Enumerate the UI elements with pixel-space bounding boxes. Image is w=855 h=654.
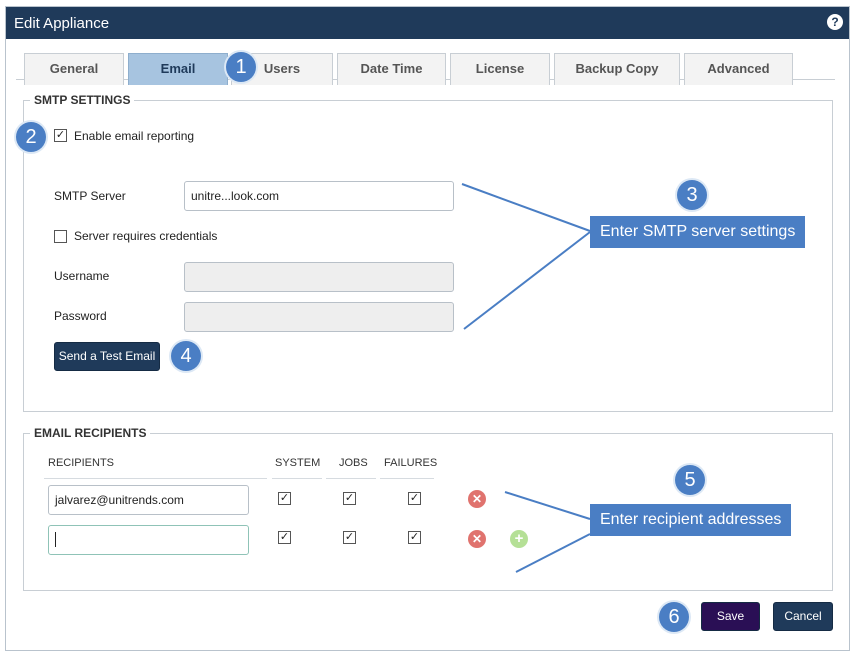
recipients-callout: Enter recipient addresses bbox=[590, 504, 792, 536]
recipient-email-input[interactable]: jalvarez@unitrends.com bbox=[48, 485, 249, 515]
smtp-server-label: SMTP Server bbox=[54, 189, 126, 203]
step-badge-5: 5 bbox=[675, 465, 705, 495]
header-divider-failures bbox=[380, 478, 434, 479]
server-credentials-checkbox[interactable] bbox=[54, 230, 67, 243]
jobs-checkbox[interactable] bbox=[343, 492, 356, 505]
password-input[interactable] bbox=[184, 302, 454, 332]
send-test-email-button[interactable]: Send a Test Email bbox=[54, 342, 160, 371]
add-recipient-icon[interactable]: + bbox=[510, 530, 528, 548]
smtp-settings-callout: Enter SMTP server settings bbox=[590, 216, 806, 248]
delete-recipient-icon[interactable]: ✕ bbox=[468, 490, 486, 508]
smtp-settings-legend: SMTP SETTINGS bbox=[34, 93, 131, 107]
help-icon[interactable]: ? bbox=[827, 14, 843, 30]
cancel-button[interactable]: Cancel bbox=[773, 602, 833, 631]
column-header-system: SYSTEM bbox=[275, 457, 321, 469]
step-badge-6: 6 bbox=[659, 602, 689, 632]
smtp-server-input[interactable]: unitre...look.com bbox=[184, 181, 454, 211]
password-label: Password bbox=[54, 309, 107, 323]
tab-general[interactable]: General bbox=[24, 53, 124, 85]
tab-backup-copy[interactable]: Backup Copy bbox=[554, 53, 680, 85]
dialog-titlebar: Edit Appliance ? bbox=[6, 7, 849, 39]
username-label: Username bbox=[54, 269, 110, 283]
column-header-jobs: JOBS bbox=[339, 457, 368, 469]
step-badge-2: 2 bbox=[16, 122, 46, 152]
failures-checkbox[interactable] bbox=[408, 492, 421, 505]
tab-advanced[interactable]: Advanced bbox=[684, 53, 793, 85]
step-badge-4: 4 bbox=[171, 341, 201, 371]
new-recipient-email-input[interactable] bbox=[48, 525, 249, 555]
tab-date-time[interactable]: Date Time bbox=[337, 53, 446, 85]
tab-email[interactable]: Email bbox=[128, 53, 228, 85]
save-button[interactable]: Save bbox=[701, 602, 760, 631]
system-checkbox[interactable] bbox=[278, 531, 291, 544]
failures-checkbox[interactable] bbox=[408, 531, 421, 544]
header-divider-system bbox=[272, 478, 322, 479]
dialog-title: Edit Appliance bbox=[14, 15, 110, 32]
step-badge-1: 1 bbox=[226, 52, 256, 82]
system-checkbox[interactable] bbox=[278, 492, 291, 505]
server-credentials-label: Server requires credentials bbox=[74, 229, 218, 243]
jobs-checkbox[interactable] bbox=[343, 531, 356, 544]
enable-email-checkbox[interactable] bbox=[54, 129, 67, 142]
delete-recipient-icon[interactable]: ✕ bbox=[468, 530, 486, 548]
step-badge-3: 3 bbox=[677, 180, 707, 210]
enable-email-label: Enable email reporting bbox=[74, 129, 195, 143]
tab-license[interactable]: License bbox=[450, 53, 550, 85]
text-cursor bbox=[55, 532, 56, 547]
header-divider-jobs bbox=[326, 478, 376, 479]
column-header-recipients: RECIPIENTS bbox=[48, 457, 115, 469]
header-divider-recipients bbox=[44, 478, 267, 479]
email-recipients-legend: EMAIL RECIPIENTS bbox=[34, 426, 147, 440]
column-header-failures: FAILURES bbox=[384, 457, 438, 469]
username-input[interactable] bbox=[184, 262, 454, 292]
